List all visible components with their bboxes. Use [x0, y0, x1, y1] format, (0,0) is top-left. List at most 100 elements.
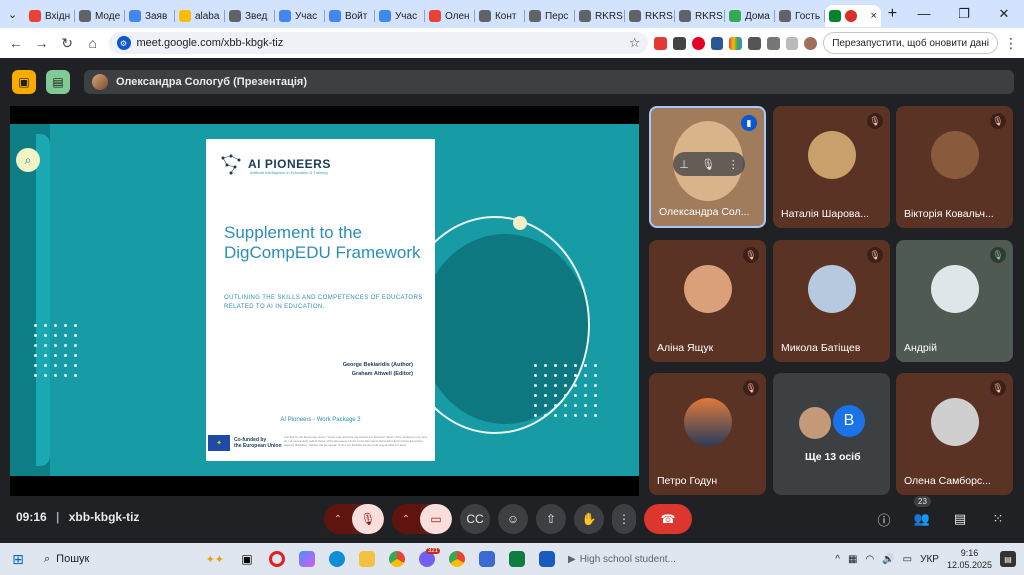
- copilot-sparkle-icon: ✦✦: [205, 553, 224, 566]
- browser-tab[interactable]: Заяв: [125, 5, 175, 27]
- volume-icon[interactable]: 🔊: [882, 554, 894, 565]
- copilot-icon[interactable]: [292, 543, 322, 575]
- mic-options-chevron-icon[interactable]: ⌃: [324, 504, 352, 534]
- browser-tab[interactable]: RKRS: [675, 5, 725, 27]
- browser-tab[interactable]: RKRS: [575, 5, 625, 27]
- browser-tab[interactable]: Дома: [725, 5, 775, 27]
- activities-icon[interactable]: ⁙: [986, 504, 1010, 534]
- back-icon[interactable]: ←: [6, 35, 26, 51]
- tile-menu-icon[interactable]: ⋮: [728, 158, 739, 171]
- dot: [34, 354, 37, 357]
- task-view-icon[interactable]: ▣: [232, 543, 262, 575]
- extension-icon[interactable]: [673, 36, 686, 50]
- pinterest-icon[interactable]: [691, 36, 705, 50]
- tray-chevron-icon[interactable]: ^: [835, 554, 840, 565]
- home-icon[interactable]: ⌂: [83, 35, 103, 51]
- tab-active-meet[interactable]: ×: [824, 5, 881, 27]
- file-explorer-icon[interactable]: [352, 543, 382, 575]
- tray-app-icon[interactable]: ▦: [848, 554, 857, 565]
- browser-tab[interactable]: alaba: [175, 5, 225, 27]
- bookmark-star-icon[interactable]: ☆: [629, 35, 641, 51]
- qr-icon[interactable]: [748, 36, 761, 50]
- sidebar-icon[interactable]: [785, 36, 799, 50]
- participant-tile-6[interactable]: 🎙 Андрій: [896, 240, 1013, 362]
- meeting-details-icon[interactable]: ⓘ: [872, 504, 896, 534]
- participant-tile-5[interactable]: 🎙 Микола Батіщев: [773, 240, 890, 362]
- browser-tab[interactable]: Войт: [325, 5, 375, 27]
- raise-hand-icon[interactable]: ✋: [574, 504, 604, 534]
- browser-tab[interactable]: Моде: [75, 5, 125, 27]
- people-icon[interactable]: 👥 23: [910, 496, 934, 534]
- participant-tile-3[interactable]: 🎙 Вікторія Ковальч...: [896, 106, 1013, 228]
- new-tab-button[interactable]: +: [881, 5, 904, 23]
- chat-icon[interactable]: ▤: [948, 504, 972, 534]
- stop-presenting-icon[interactable]: ▣: [12, 70, 36, 94]
- reload-icon[interactable]: ↻: [57, 35, 77, 52]
- browser-tab[interactable]: RKRS: [625, 5, 675, 27]
- dot-grid-left: [34, 324, 77, 377]
- browser-tab[interactable]: Учас: [375, 5, 425, 27]
- browser-tab[interactable]: Гость: [775, 5, 825, 27]
- windows-start-icon[interactable]: ⊞: [0, 551, 36, 568]
- layout-icon[interactable]: ▤: [46, 70, 70, 94]
- system-clock[interactable]: 9:16 12.05.2025: [947, 547, 992, 571]
- browser-tab[interactable]: Конт: [475, 5, 525, 27]
- mute-participant-icon[interactable]: 🎙: [701, 158, 715, 171]
- battery-icon[interactable]: ▭: [903, 554, 912, 565]
- tab-search-chevron-icon[interactable]: ⌄: [0, 0, 25, 28]
- relaunch-button[interactable]: Перезапустити, щоб оновити дані: [823, 32, 998, 54]
- mic-off-icon[interactable]: 🎙: [352, 504, 384, 534]
- chrome-profile-icon[interactable]: [442, 543, 472, 575]
- participant-tile-8[interactable]: 🎙 Олена Самборс...: [896, 373, 1013, 495]
- address-bar[interactable]: ⚙ meet.google.com/xbb-kbgk-tiz ☆: [108, 32, 649, 54]
- participant-tile-2[interactable]: 🎙 Наталія Шарова...: [773, 106, 890, 228]
- emoji-icon[interactable]: ☺: [498, 504, 528, 534]
- extension-color-icon[interactable]: [729, 36, 743, 50]
- browser-tab[interactable]: Перс: [525, 5, 575, 27]
- browser-menu-icon[interactable]: ⋮: [1004, 35, 1018, 52]
- leave-call-icon[interactable]: ☎: [644, 504, 692, 534]
- browser-tab[interactable]: Звед: [225, 5, 275, 27]
- restore-icon[interactable]: ❐: [944, 6, 984, 22]
- opera-icon[interactable]: [262, 543, 292, 575]
- tab-label: Дома: [744, 10, 770, 22]
- profile-avatar[interactable]: [804, 36, 818, 50]
- media-widget[interactable]: ▶ High school student...: [568, 554, 676, 565]
- presenter-label: Олександра Сологуб (Презентація): [116, 76, 308, 88]
- extension-p-icon[interactable]: [710, 36, 724, 50]
- present-screen-icon[interactable]: ⇧: [536, 504, 566, 534]
- forward-icon[interactable]: →: [32, 35, 52, 51]
- site-info-icon[interactable]: ⚙: [116, 36, 131, 50]
- language-indicator[interactable]: УКР: [920, 554, 939, 565]
- chrome-icon[interactable]: [382, 543, 412, 575]
- captions-icon[interactable]: CC: [460, 504, 490, 534]
- network-app-icon[interactable]: [472, 543, 502, 575]
- browser-tab[interactable]: Учас: [275, 5, 325, 27]
- dot: [574, 364, 577, 367]
- close-window-icon[interactable]: ✕: [984, 6, 1024, 22]
- participant-tile-7[interactable]: 🎙 Петро Годун: [649, 373, 766, 495]
- browser-tab[interactable]: Олен: [425, 5, 475, 27]
- browser-tab[interactable]: Вхідн: [25, 5, 75, 27]
- participant-tile-4[interactable]: 🎙 Аліна Ящук: [649, 240, 766, 362]
- more-options-icon[interactable]: ⋮: [612, 504, 636, 534]
- others-tile[interactable]: B Ще 13 осіб: [773, 373, 890, 495]
- word-icon[interactable]: [532, 543, 562, 575]
- camera-off-icon[interactable]: ▭: [420, 504, 452, 534]
- close-tab-icon[interactable]: ×: [871, 10, 877, 22]
- pin-icon[interactable]: ⊥: [679, 158, 689, 171]
- minimize-icon[interactable]: —: [904, 6, 944, 22]
- logo-text: AI PIONEERS: [248, 157, 331, 171]
- tab-favicon-icon: [328, 10, 341, 22]
- extensions-puzzle-icon[interactable]: [766, 36, 780, 50]
- wifi-icon[interactable]: ◠: [865, 554, 874, 565]
- taskbar-search[interactable]: ⌕ Пошук ✦✦: [36, 547, 232, 571]
- excel-icon[interactable]: [502, 543, 532, 575]
- viber-icon[interactable]: 321: [412, 543, 442, 575]
- notifications-icon[interactable]: ▤: [1000, 551, 1016, 567]
- edge-icon[interactable]: [322, 543, 352, 575]
- tab-label: Конт: [494, 10, 517, 22]
- extension-abp-icon[interactable]: [654, 36, 668, 50]
- camera-options-chevron-icon[interactable]: ⌃: [392, 504, 420, 534]
- participant-tile-1[interactable]: ⊥ 🎙 ⋮ ▮ Олександра Сол...: [649, 106, 766, 228]
